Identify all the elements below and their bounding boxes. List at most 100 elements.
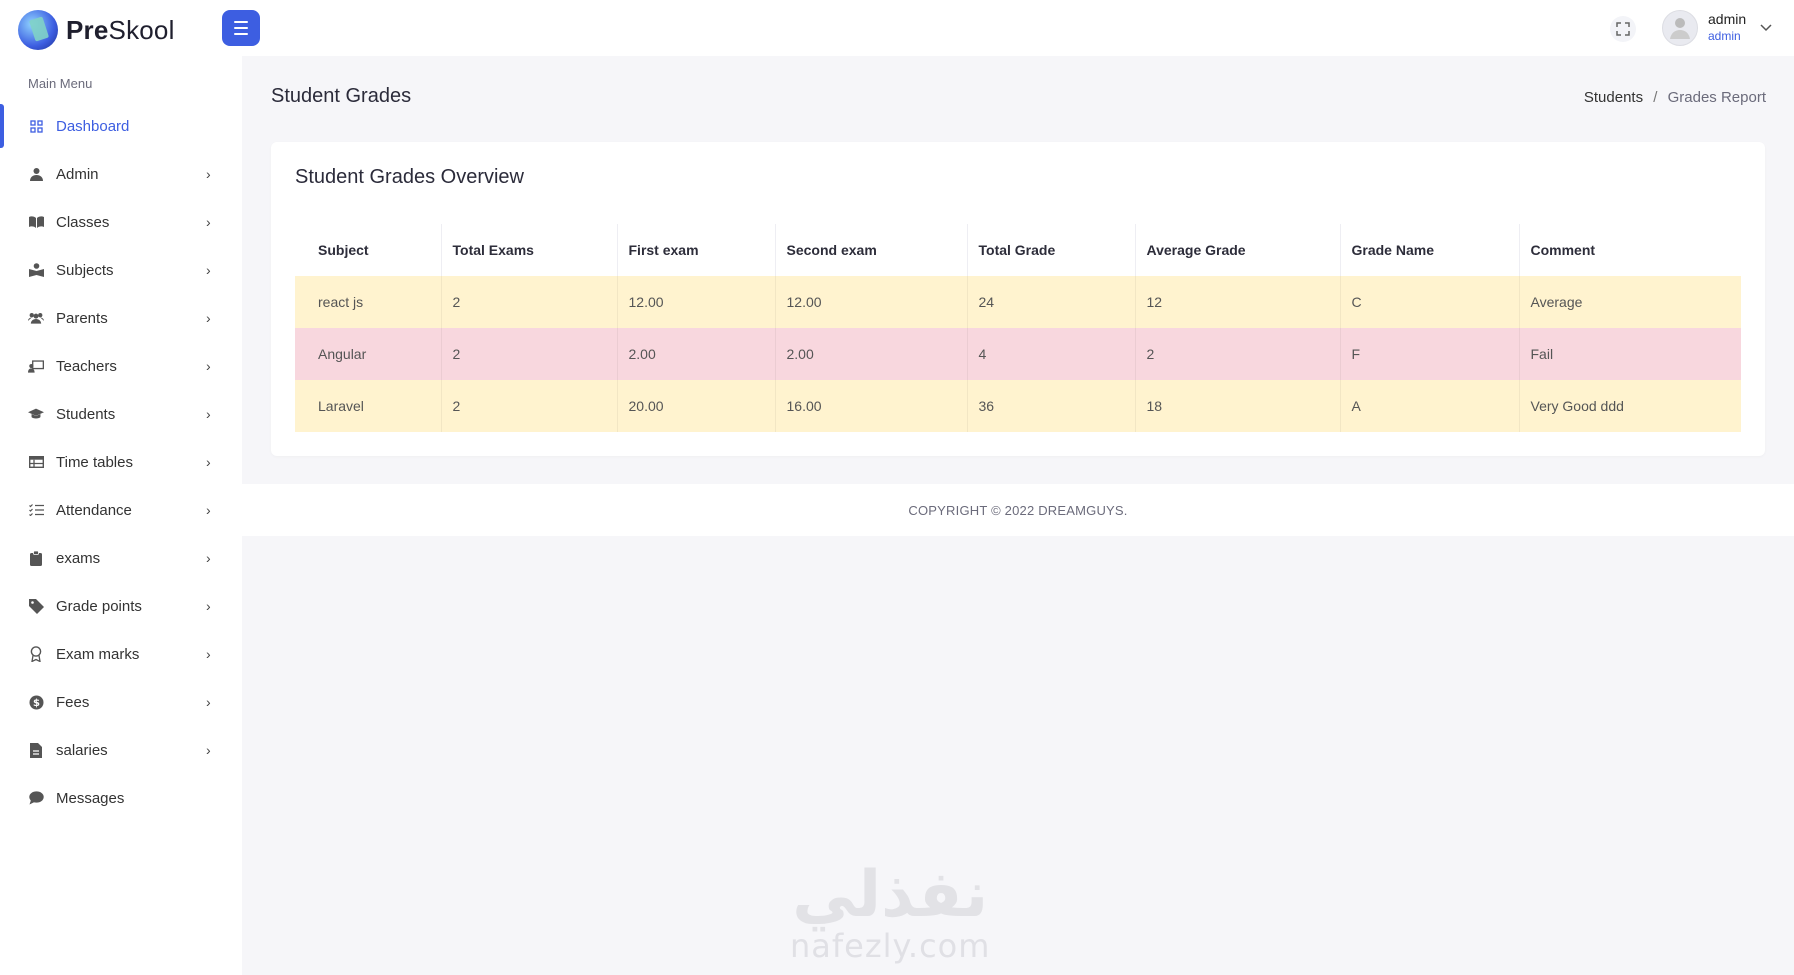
sidebar-item-label: Teachers [56, 357, 117, 375]
column-header: Grade Name [1340, 224, 1520, 276]
sidebar-item-label: Attendance [56, 501, 132, 519]
cell-second-exam: 16.00 [775, 380, 968, 432]
footer: COPYRIGHT © 2022 DREAMGUYS. [242, 484, 1794, 536]
dollar-icon: $ [28, 694, 44, 710]
cell-subject: Laravel [295, 380, 442, 432]
watermark: نفذلي nafezly.com [790, 862, 990, 964]
chevron-right-icon: › [206, 502, 211, 518]
cell-second-exam: 12.00 [775, 276, 968, 328]
sidebar-item-students[interactable]: Students › [0, 390, 242, 438]
sidebar-item-label: Students [56, 405, 116, 423]
sidebar-item-label: Admin [56, 165, 99, 183]
sidebar-item-label: Dashboard [56, 117, 130, 135]
users-icon [28, 310, 44, 326]
sidebar-item-fees[interactable]: $ Fees › [0, 678, 242, 726]
sidebar-item-dashboard[interactable]: Dashboard [0, 102, 242, 150]
chevron-right-icon: › [206, 214, 211, 230]
sidebar-item-classes[interactable]: Classes › [0, 198, 242, 246]
cell-total-exams: 2 [441, 328, 618, 380]
cell-comment: Average [1519, 276, 1741, 328]
sidebar-item-grade-points[interactable]: Grade points › [0, 582, 242, 630]
card-title: Student Grades Overview [295, 166, 524, 188]
cell-total-exams: 2 [441, 276, 618, 328]
sidebar-item-label: exams [56, 549, 101, 567]
cell-total-grade: 24 [967, 276, 1136, 328]
sidebar-item-salaries[interactable]: salaries › [0, 726, 242, 774]
clipboard-icon [28, 550, 44, 566]
grid-icon [28, 118, 44, 134]
column-header: Comment [1519, 224, 1741, 276]
sidebar-item-subjects[interactable]: Subjects › [0, 246, 242, 294]
column-header: Subject [295, 224, 442, 276]
cell-total-grade: 36 [967, 380, 1136, 432]
sidebar-menu: Dashboard Admin › Classes › Subjects › P… [0, 102, 242, 822]
sidebar-item-label: salaries [56, 741, 108, 759]
user-name: admin [1708, 11, 1747, 27]
cell-comment: Very Good ddd [1519, 380, 1741, 432]
chevron-right-icon: › [206, 598, 211, 614]
sidebar-item-label: Time tables [56, 453, 133, 471]
award-icon [28, 646, 44, 662]
menu-icon [234, 21, 248, 23]
cell-total-grade: 4 [967, 328, 1136, 380]
breadcrumb: Students / Grades Report [1584, 89, 1766, 106]
sidebar-item-label: Messages [56, 789, 125, 807]
top-header: PreSkool admin admin [0, 0, 1794, 56]
svg-text:$: $ [33, 698, 40, 709]
chevron-right-icon: › [206, 454, 211, 470]
fullscreen-button[interactable] [1610, 16, 1636, 42]
column-header: First exam [617, 224, 776, 276]
cell-average-grade: 18 [1135, 380, 1341, 432]
cell-second-exam: 2.00 [775, 328, 968, 380]
cell-comment: Fail [1519, 328, 1741, 380]
column-header: Second exam [775, 224, 968, 276]
tag-icon [28, 598, 44, 614]
cell-first-exam: 2.00 [617, 328, 776, 380]
chevron-right-icon: › [206, 694, 211, 710]
table-row: Laravel 2 20.00 16.00 36 18 A Very Good … [295, 380, 1741, 432]
cell-average-grade: 12 [1135, 276, 1341, 328]
sidebar-item-label: Parents [56, 309, 108, 327]
watermark-latin: nafezly.com [790, 927, 991, 965]
column-header: Average Grade [1135, 224, 1341, 276]
sidebar-menu-title: Main Menu [28, 76, 93, 91]
sidebar-item-attendance[interactable]: Attendance › [0, 486, 242, 534]
user-tie-icon [28, 166, 44, 182]
sidebar-item-exam-marks[interactable]: Exam marks › [0, 630, 242, 678]
sidebar-item-teachers[interactable]: Teachers › [0, 342, 242, 390]
chevron-right-icon: › [206, 406, 211, 422]
list-check-icon [28, 502, 44, 518]
sidebar-toggle-button[interactable] [222, 10, 260, 46]
user-menu[interactable]: admin admin [1662, 10, 1772, 46]
page-title: Student Grades [271, 85, 412, 107]
column-header: Total Exams [441, 224, 618, 276]
logo-icon [18, 10, 58, 50]
brand-name: PreSkool [66, 14, 175, 45]
sidebar-item-exams[interactable]: exams › [0, 534, 242, 582]
sidebar-item-messages[interactable]: Messages [0, 774, 242, 822]
expand-icon [1616, 22, 1630, 36]
copyright-text: COPYRIGHT © 2022 DREAMGUYS. [908, 502, 1128, 518]
chevron-right-icon: › [206, 646, 211, 662]
comment-icon [28, 790, 44, 806]
table-row: Angular 2 2.00 2.00 4 2 F Fail [295, 328, 1741, 380]
chalkboard-teacher-icon [28, 358, 44, 374]
user-info: admin admin [1708, 11, 1746, 45]
grades-table: Subject Total Exams First exam Second ex… [295, 224, 1741, 432]
graduation-cap-icon [28, 406, 44, 422]
table-row: react js 2 12.00 12.00 24 12 C Average [295, 276, 1741, 328]
sidebar-item-label: Fees [56, 693, 90, 711]
chevron-right-icon: › [206, 310, 211, 326]
breadcrumb-current: Grades Report [1667, 89, 1766, 106]
breadcrumb-link-students[interactable]: Students [1584, 89, 1643, 106]
avatar [1662, 10, 1698, 46]
chevron-right-icon: › [206, 742, 211, 758]
brand-logo[interactable]: PreSkool [18, 10, 175, 50]
cell-grade-name: A [1340, 380, 1520, 432]
sidebar-item-time-tables[interactable]: Time tables › [0, 438, 242, 486]
chevron-right-icon: › [206, 262, 211, 278]
cell-subject: react js [295, 276, 442, 328]
sidebar-item-parents[interactable]: Parents › [0, 294, 242, 342]
sidebar-item-admin[interactable]: Admin › [0, 150, 242, 198]
chevron-down-icon[interactable] [1760, 21, 1772, 35]
